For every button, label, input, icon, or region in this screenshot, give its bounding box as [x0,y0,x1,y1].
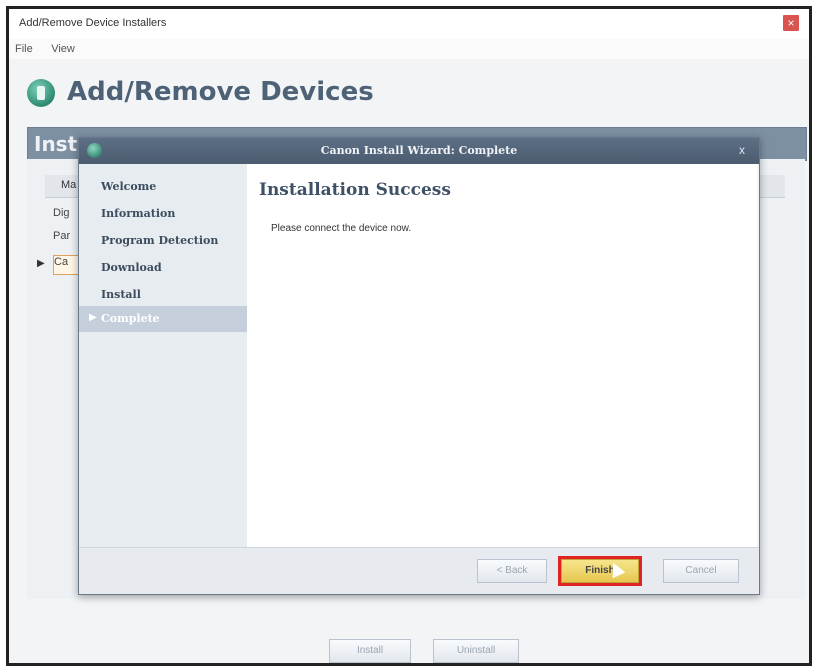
step-label: Complete [101,312,160,325]
menu-bar: File View [9,39,809,59]
menu-file[interactable]: File [15,43,33,55]
wizard-footer: < Back Finish Cancel [79,547,759,594]
list-header-label: Ma [61,179,77,191]
title-bar: Add/Remove Device Installers × [9,9,809,40]
page-title: Add/Remove Devices [67,77,374,107]
wizard-title: Canon Install Wizard: Complete [320,144,518,157]
list-item-label: Ca [54,256,69,268]
app-logo-icon [27,79,55,107]
step-program-detection: Program Detection [79,228,247,254]
wizard-content: Installation Success Please connect the … [247,164,757,547]
list-item-label: Dig [53,207,70,219]
step-label: Information [101,207,176,220]
install-button[interactable]: Install [329,639,411,663]
section-title: Inst [34,132,78,156]
window-title: Add/Remove Device Installers [19,17,167,29]
step-install: Install [79,282,247,308]
content-title: Installation Success [259,180,451,200]
step-label: Install [101,288,141,301]
cancel-button[interactable]: Cancel [663,559,739,583]
step-label: Welcome [101,180,157,193]
uninstall-button[interactable]: Uninstall [433,639,519,663]
step-complete: ▶ Complete [79,306,247,332]
menu-view[interactable]: View [51,43,75,55]
close-window-button[interactable]: × [783,15,799,31]
active-step-arrow-icon: ▶ [89,312,97,323]
step-information: Information [79,201,247,227]
wizard-steps: Welcome Information Program Detection Do… [79,164,247,547]
list-item-label: Par [53,230,71,242]
step-label: Download [101,261,162,274]
finish-button[interactable]: Finish [561,559,639,583]
install-wizard-dialog: Canon Install Wizard: Complete x Welcome… [78,137,760,595]
content-text: Please connect the device now. [271,223,412,234]
wizard-close-button[interactable]: x [739,143,745,157]
back-button[interactable]: < Back [477,559,547,583]
row-selected-arrow-icon: ▶ [37,258,45,269]
step-welcome: Welcome [79,174,247,200]
wizard-title-bar: Canon Install Wizard: Complete x [79,138,759,164]
step-label: Program Detection [101,234,219,247]
step-download: Download [79,255,247,281]
